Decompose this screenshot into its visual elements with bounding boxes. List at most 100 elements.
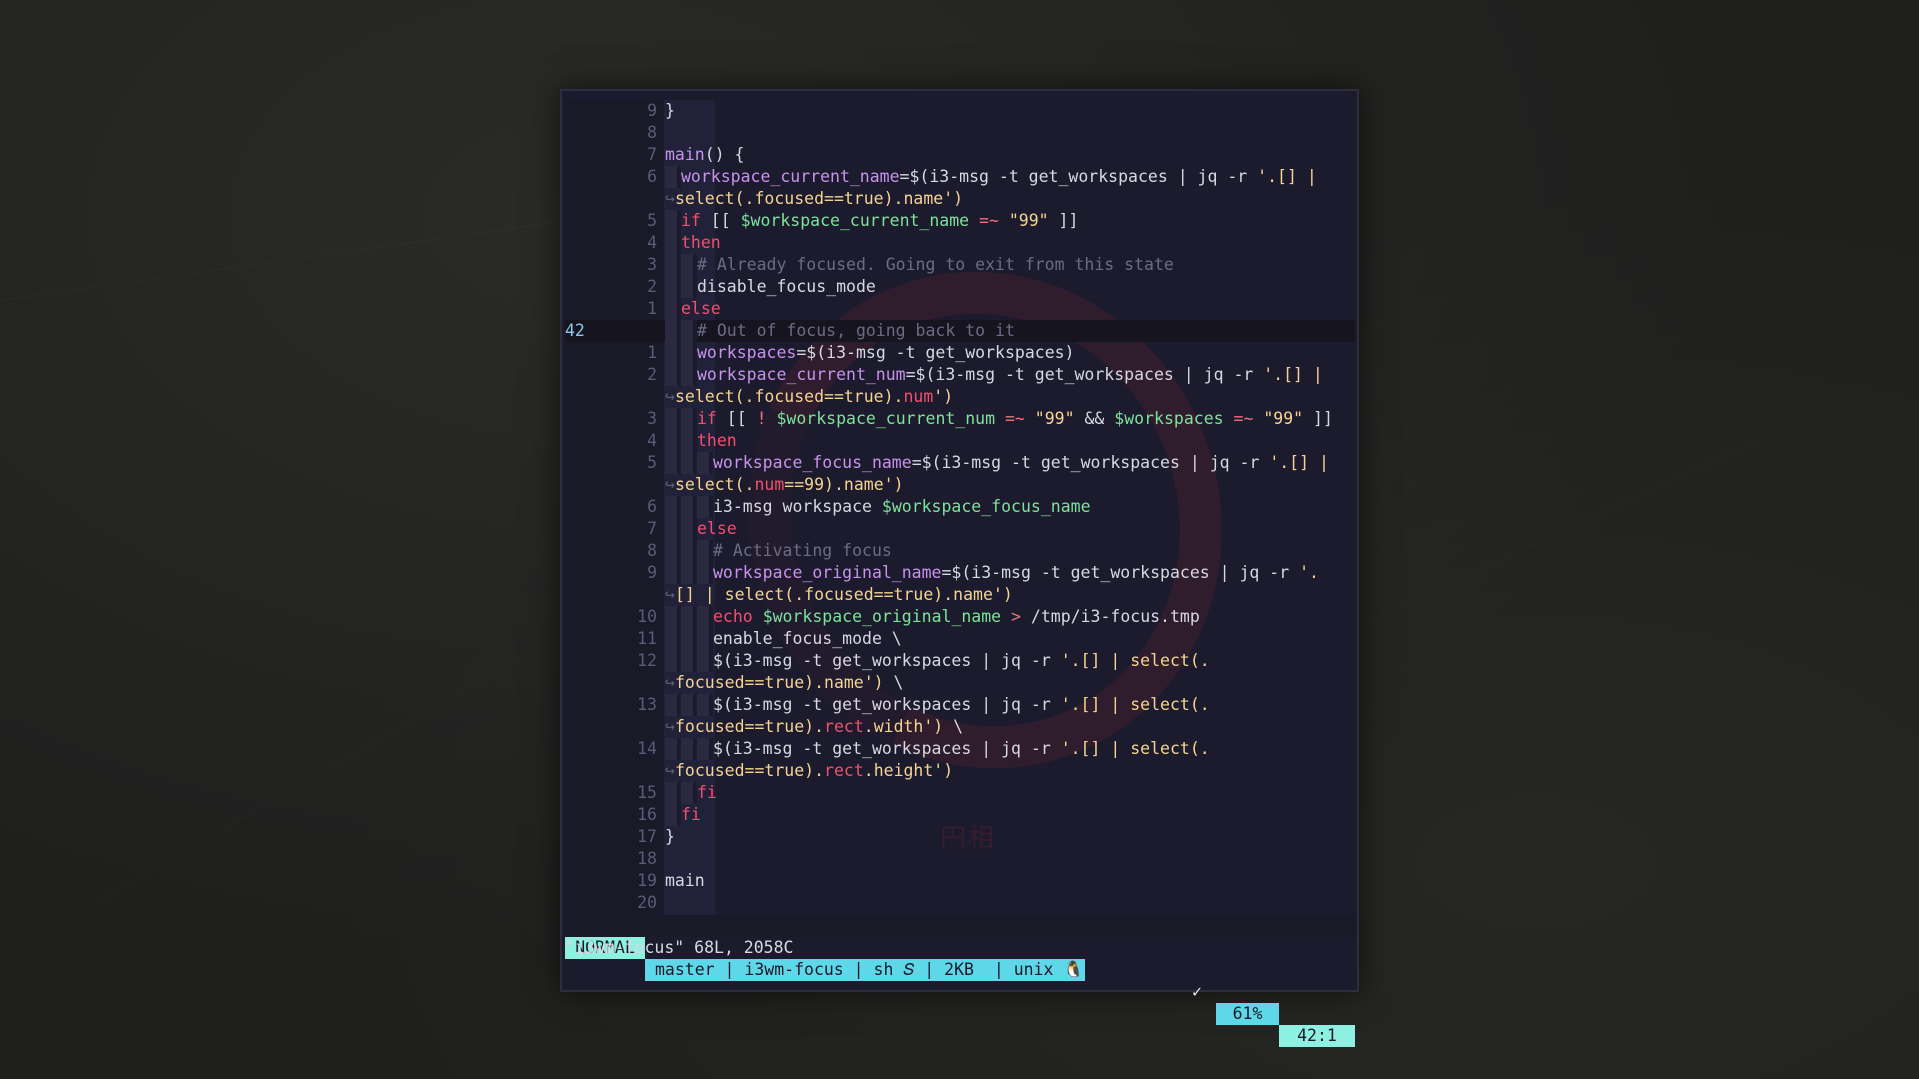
indent-guide [697, 650, 713, 672]
code-line[interactable]: 5 workspace_focus_name=$(i3-msg -t get_wo… [565, 452, 1355, 474]
code-text: select(.num==99).name') [675, 474, 904, 496]
code-line[interactable]: 6 i3-msg workspace $workspace_focus_name [565, 496, 1355, 518]
code-line[interactable]: 9 workspace_original_name=$(i3-msg -t get… [565, 562, 1355, 584]
code-line[interactable]: 2 disable_focus_mode [565, 276, 1355, 298]
indent-guide [665, 606, 681, 628]
indent-guide [681, 408, 697, 430]
code-line[interactable]: 8 [565, 122, 1355, 144]
syntax-token: $(i3-msg -t get_workspaces | jq -r [713, 651, 1061, 670]
indent-guide [681, 364, 697, 386]
code-line[interactable]: 17} [565, 826, 1355, 848]
vim-statusline: NORMAL master | i3wm-focus | sh 𝑆 | 2KB … [565, 915, 1355, 1047]
code-text: main [665, 870, 705, 892]
syntax-token [767, 409, 777, 428]
line-number: 7 [647, 519, 657, 538]
wrapped-line[interactable]: ↪ select(.focused==true).name') [565, 188, 1355, 210]
line-number: 3 [647, 409, 657, 428]
syntax-token: ]] [1048, 211, 1079, 230]
code-text: else [665, 298, 721, 320]
code-line[interactable]: 9} [565, 100, 1355, 122]
line-number: 13 [637, 695, 657, 714]
syntax-token: then [697, 431, 737, 450]
indent-guide [665, 650, 681, 672]
indent-guide [681, 320, 697, 342]
indent-guide [665, 518, 681, 540]
code-line[interactable]: 11 enable_focus_mode \ [565, 628, 1355, 650]
code-line[interactable]: 20 [565, 892, 1355, 914]
indent-guide [681, 254, 697, 276]
wrap-indicator-icon: ↪ [665, 387, 675, 406]
line-number: 17 [637, 827, 657, 846]
code-line[interactable]: 1 workspaces=$(i3-msg -t get_workspaces) [565, 342, 1355, 364]
syntax-token: focused==true). [675, 717, 825, 736]
code-text: # Already focused. Going to exit from th… [665, 254, 1174, 276]
code-line[interactable]: 8 # Activating focus [565, 540, 1355, 562]
line-number: 4 [647, 233, 657, 252]
vim-editor-buffer[interactable]: 9} 8 7 main() {6 workspace_current_name=$(i3… [565, 100, 1355, 914]
code-line[interactable]: 1 else [565, 298, 1355, 320]
indent-guide [665, 408, 681, 430]
wrapped-line[interactable]: ↪[] | select(.focused==true).name') [565, 584, 1355, 606]
code-line[interactable]: 4 then [565, 232, 1355, 254]
code-text: $(i3-msg -t get_workspaces | jq -r '.[] … [665, 694, 1210, 716]
syntax-token: [] | select(.focused==true).name') [675, 585, 1013, 604]
syntax-token: '. [1299, 563, 1319, 582]
indent-guide [665, 628, 681, 650]
wallpaper-scratch [100, 650, 534, 901]
indent-guide [681, 496, 697, 518]
syntax-token: workspace_focus_name [713, 453, 912, 472]
indent-guide [681, 694, 697, 716]
code-text: workspace_current_name=$(i3-msg -t get_w… [665, 166, 1317, 188]
wrapped-line[interactable]: ↪ focused==true).rect.width') \ [565, 716, 1355, 738]
line-number: 19 [637, 871, 657, 890]
code-line[interactable]: 12 $(i3-msg -t get_workspaces | jq -r '.[… [565, 650, 1355, 672]
wrapped-line[interactable]: ↪ focused==true).rect.height') [565, 760, 1355, 782]
syntax-token: "99" [1008, 211, 1049, 230]
code-line[interactable]: 2 workspace_current_num=$(i3-msg -t get_w… [565, 364, 1355, 386]
indent-guide [681, 452, 697, 474]
code-line[interactable]: 3 if [[ ! $workspace_current_num =~ "99" … [565, 408, 1355, 430]
code-line[interactable]: 7 main() { [565, 144, 1355, 166]
code-line[interactable]: 16 fi [565, 804, 1355, 826]
syntax-token: if [697, 409, 717, 428]
syntax-token: $workspace_focus_name [881, 497, 1091, 516]
code-line[interactable]: 15 fi [565, 782, 1355, 804]
code-line[interactable]: 42 # Out of focus, going back to it [565, 320, 1355, 342]
syntax-token: =~ [1223, 409, 1264, 428]
code-line[interactable]: 14 $(i3-msg -t get_workspaces | jq -r '.[… [565, 738, 1355, 760]
code-line[interactable]: 3 # Already focused. Going to exit from t… [565, 254, 1355, 276]
syntax-token: select(.focused==true).name') [675, 189, 964, 208]
syntax-token: =~ [969, 211, 1009, 230]
syntax-token: workspace_current_num [697, 365, 906, 384]
indent-guide [665, 540, 681, 562]
code-text: # Activating focus [665, 540, 892, 562]
syntax-token: num [754, 475, 785, 494]
wrapped-line[interactable]: ↪ select(.num==99).name') [565, 474, 1355, 496]
syntax-token: i3-msg workspace [713, 497, 882, 516]
wrapped-line[interactable]: ↪ focused==true).name') \ [565, 672, 1355, 694]
syntax-token: /tmp/i3-focus.tmp [1030, 607, 1200, 626]
syntax-token: else [681, 299, 721, 318]
indent-guide [665, 738, 681, 760]
code-line[interactable]: 6 workspace_current_name=$(i3-msg -t get_… [565, 166, 1355, 188]
vim-command-line[interactable]: "i3wm-focus" 68L, 2058C [565, 937, 793, 959]
line-number: 8 [647, 541, 657, 560]
code-line[interactable]: 5 if [[ $workspace_current_name =~ "99" ]… [565, 210, 1355, 232]
line-number: 12 [637, 651, 657, 670]
syntax-token: } [665, 827, 675, 846]
code-line[interactable]: 19 main [565, 870, 1355, 892]
indent-guide [665, 364, 681, 386]
wrap-indicator-icon: ↪ [665, 673, 675, 692]
code-line[interactable]: 18 [565, 848, 1355, 870]
code-line[interactable]: 7 else [565, 518, 1355, 540]
indent-guide [697, 738, 713, 760]
wrapped-line[interactable]: ↪ select(.focused==true).num') [565, 386, 1355, 408]
indent-guide [697, 562, 713, 584]
code-line[interactable]: 10 echo $workspace_original_name > /tmp/i… [565, 606, 1355, 628]
syntax-token: '.[] | [1263, 365, 1323, 384]
wrap-indicator-icon: ↪ [665, 585, 675, 604]
code-line[interactable]: 4 then [565, 430, 1355, 452]
code-line[interactable]: 13 $(i3-msg -t get_workspaces | jq -r '.[… [565, 694, 1355, 716]
indent-guide [681, 562, 697, 584]
line-number: 5 [647, 453, 657, 472]
